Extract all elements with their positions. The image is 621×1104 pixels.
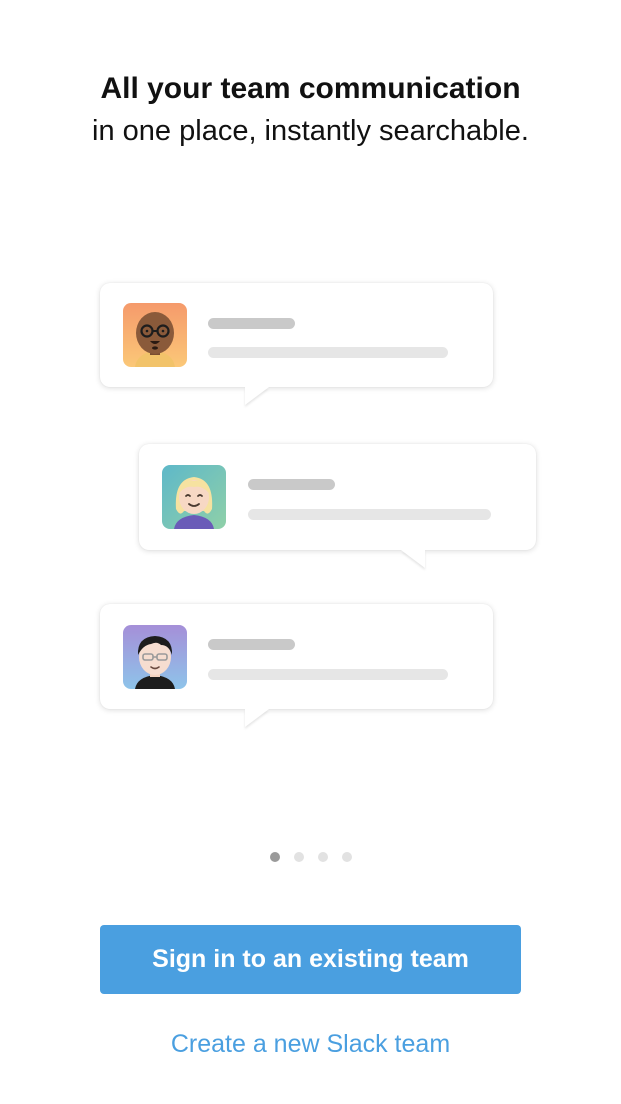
speech-bubble-tail xyxy=(245,387,269,405)
message-author-placeholder xyxy=(208,318,295,329)
message-author-placeholder xyxy=(208,639,295,650)
page-indicator xyxy=(0,852,621,862)
onboarding-headline: All your team communication in one place… xyxy=(0,68,621,152)
illustration-message-card xyxy=(100,283,493,405)
onboarding-subtitle: in one place, instantly searchable. xyxy=(92,115,529,147)
avatar-glasses-man-icon xyxy=(123,625,187,689)
page-dot-active[interactable] xyxy=(269,852,280,862)
message-text-placeholder xyxy=(208,669,448,680)
page-dot[interactable] xyxy=(317,852,328,862)
onboarding-title: All your team communication xyxy=(100,72,521,105)
page-dot[interactable] xyxy=(341,852,352,862)
speech-bubble-tail xyxy=(401,550,425,568)
speech-bubble-tail xyxy=(245,709,269,727)
illustration-message-card xyxy=(139,444,536,568)
message-text-placeholder xyxy=(208,347,448,358)
create-team-link[interactable]: Create a new Slack team xyxy=(0,1030,621,1059)
sign-in-button[interactable]: Sign in to an existing team xyxy=(100,925,521,994)
avatar-blonde-woman-icon xyxy=(162,465,226,529)
avatar-bald-glasses-man-icon xyxy=(123,303,187,367)
message-text-placeholder xyxy=(248,509,491,520)
illustration-message-card xyxy=(100,604,493,727)
message-author-placeholder xyxy=(248,479,335,490)
page-dot[interactable] xyxy=(293,852,304,862)
